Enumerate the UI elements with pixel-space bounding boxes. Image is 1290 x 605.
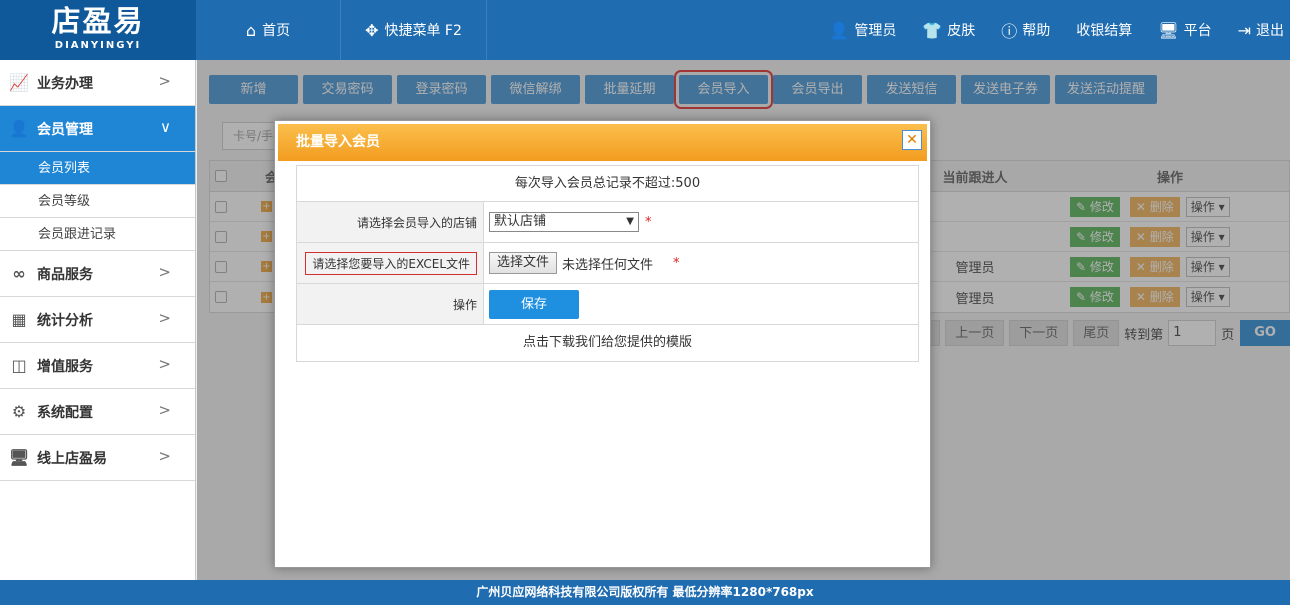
bar-chart-icon: ▦ (11, 310, 27, 329)
chevron-right-icon: > (158, 72, 171, 90)
chevron-right-icon: > (158, 355, 171, 373)
nav-quick-menu[interactable]: ✥ 快捷菜单 F2 (341, 0, 487, 60)
download-row: 点击下载我们给您提供的模版 (297, 325, 918, 361)
nav-logout[interactable]: ⇥ 退出 (1238, 20, 1284, 40)
nav-platform[interactable]: 🖥 平台 (1158, 20, 1211, 40)
monitor-yen-icon: 🖥 (8, 448, 30, 467)
right-nav: 👤 管理员 👕 皮肤 ⓘ 帮助 收银结算 🖥 平台 ⇥ 退出 (829, 0, 1290, 60)
nav-checkout-label: 收银结算 (1076, 23, 1133, 39)
gear-icon: ⚙ (11, 402, 27, 421)
link-icon: ∞ (12, 264, 26, 283)
sidebar-item-label: 商品服务 (37, 266, 93, 283)
logout-icon: ⇥ (1237, 20, 1251, 40)
user-icon: 👤 (9, 119, 29, 138)
nav-checkout[interactable]: 收银结算 (1076, 20, 1132, 40)
sidebar-item-settings[interactable]: ⚙ 系统配置 > (0, 389, 195, 435)
action-row: 操作 保存 (297, 284, 918, 325)
chevron-right-icon: > (158, 447, 171, 465)
dialog-title: 批量导入会员 (278, 124, 927, 161)
nav-quick-menu-label: 快捷菜单 F2 (384, 23, 462, 39)
sidebar-item-online[interactable]: 🖥 线上店盈易 > (0, 435, 195, 481)
logo[interactable]: 店盈易 DIANYINGYI (0, 0, 196, 60)
file-field: 选择文件 未选择任何文件 * (484, 243, 918, 283)
nav-home[interactable]: ⌂ 首页 (196, 0, 341, 60)
nav-platform-label: 平台 (1183, 23, 1212, 39)
sidebar-subitem-follow-record[interactable]: 会员跟进记录 (0, 218, 195, 251)
nav-skin[interactable]: 👕 皮肤 (922, 20, 975, 40)
home-icon: ⌂ (245, 20, 257, 40)
store-label: 请选择会员导入的店铺 (297, 202, 484, 242)
chevron-right-icon: > (158, 263, 171, 281)
file-label-cell: 请选择您要导入的EXCEL文件 (297, 243, 484, 283)
store-select-value: 默认店铺 (494, 214, 547, 229)
chevron-right-icon: > (158, 401, 171, 419)
sidebar-item-members[interactable]: 👤 会员管理 ∨ (0, 106, 195, 152)
sidebar-item-label: 增值服务 (37, 358, 93, 375)
nav-home-label: 首页 (262, 23, 291, 39)
required-mark: * (673, 255, 680, 271)
import-dialog: 批量导入会员 ✕ 每次导入会员总记录不超过:500 请选择会员导入的店铺 默认店… (274, 120, 931, 568)
nav-admin[interactable]: 👤 管理员 (829, 20, 896, 40)
file-status: 未选择任何文件 (562, 257, 654, 273)
dropdown-arrow-icon: ▼ (626, 216, 634, 227)
sidebar-item-label: 业务办理 (37, 75, 93, 92)
user-icon: 👤 (829, 20, 850, 40)
import-limit-notice: 每次导入会员总记录不超过:500 (514, 176, 701, 191)
sidebar-subitem-member-list[interactable]: 会员列表 (0, 152, 195, 185)
download-template-link[interactable]: 点击下载我们给您提供的模版 (297, 325, 918, 361)
store-select[interactable]: 默认店铺 ▼ (489, 212, 639, 232)
action-label: 操作 (297, 284, 484, 324)
notice-row: 每次导入会员总记录不超过:500 (297, 166, 918, 202)
file-row: 请选择您要导入的EXCEL文件 选择文件 未选择任何文件 * (297, 243, 918, 284)
action-field: 保存 (484, 284, 918, 324)
store-field: 默认店铺 ▼ * (484, 202, 918, 242)
choose-file-button[interactable]: 选择文件 (489, 252, 558, 274)
logo-text: 店盈易 (51, 4, 145, 38)
chevron-down-icon: ∨ (160, 118, 171, 136)
move-icon: ✥ (365, 20, 379, 40)
chart-icon: 📈 (9, 73, 29, 92)
top-header: 店盈易 DIANYINGYI ⌂ 首页 ✥ 快捷菜单 F2 👤 管理员 👕 皮肤 ⓘ… (0, 0, 1290, 60)
import-form: 每次导入会员总记录不超过:500 请选择会员导入的店铺 默认店铺 ▼ * 请选择您… (296, 165, 919, 362)
sidebar-item-value-added[interactable]: ◫ 增值服务 > (0, 343, 195, 389)
required-mark: * (645, 214, 652, 230)
sidebar-item-statistics[interactable]: ▦ 统计分析 > (0, 297, 195, 343)
save-button[interactable]: 保存 (489, 289, 579, 319)
close-icon[interactable]: ✕ (902, 130, 922, 150)
sidebar-item-label: 会员管理 (37, 121, 93, 138)
chevron-right-icon: > (158, 309, 171, 327)
sidebar: 📈 业务办理 > 👤 会员管理 ∨ 会员列表 会员等级 会员跟进记录 ∞ 商品服… (0, 60, 196, 580)
map-icon: ◫ (11, 356, 27, 375)
sidebar-subitem-member-level[interactable]: 会员等级 (0, 185, 195, 218)
nav-skin-label: 皮肤 (947, 23, 976, 39)
nav-admin-label: 管理员 (854, 23, 897, 39)
nav-logout-label: 退出 (1256, 23, 1284, 39)
sidebar-item-business[interactable]: 📈 业务办理 > (0, 60, 195, 106)
sidebar-item-label: 线上店盈易 (37, 450, 107, 467)
nav-help[interactable]: ⓘ 帮助 (1001, 18, 1050, 42)
tshirt-icon: 👕 (922, 20, 943, 40)
logo-subtext: DIANYINGYI (54, 40, 142, 51)
file-label: 请选择您要导入的EXCEL文件 (305, 251, 477, 275)
store-row: 请选择会员导入的店铺 默认店铺 ▼ * (297, 202, 918, 243)
sidebar-item-label: 系统配置 (37, 404, 93, 421)
monitor-icon: 🖥 (1158, 20, 1179, 40)
footer: 广州贝应网络科技有限公司版权所有 最低分辨率1280*768px (0, 580, 1290, 605)
nav-help-label: 帮助 (1022, 23, 1051, 39)
sidebar-item-label: 统计分析 (37, 312, 93, 329)
help-icon: ⓘ (1001, 22, 1018, 41)
sidebar-item-products[interactable]: ∞ 商品服务 > (0, 251, 195, 297)
